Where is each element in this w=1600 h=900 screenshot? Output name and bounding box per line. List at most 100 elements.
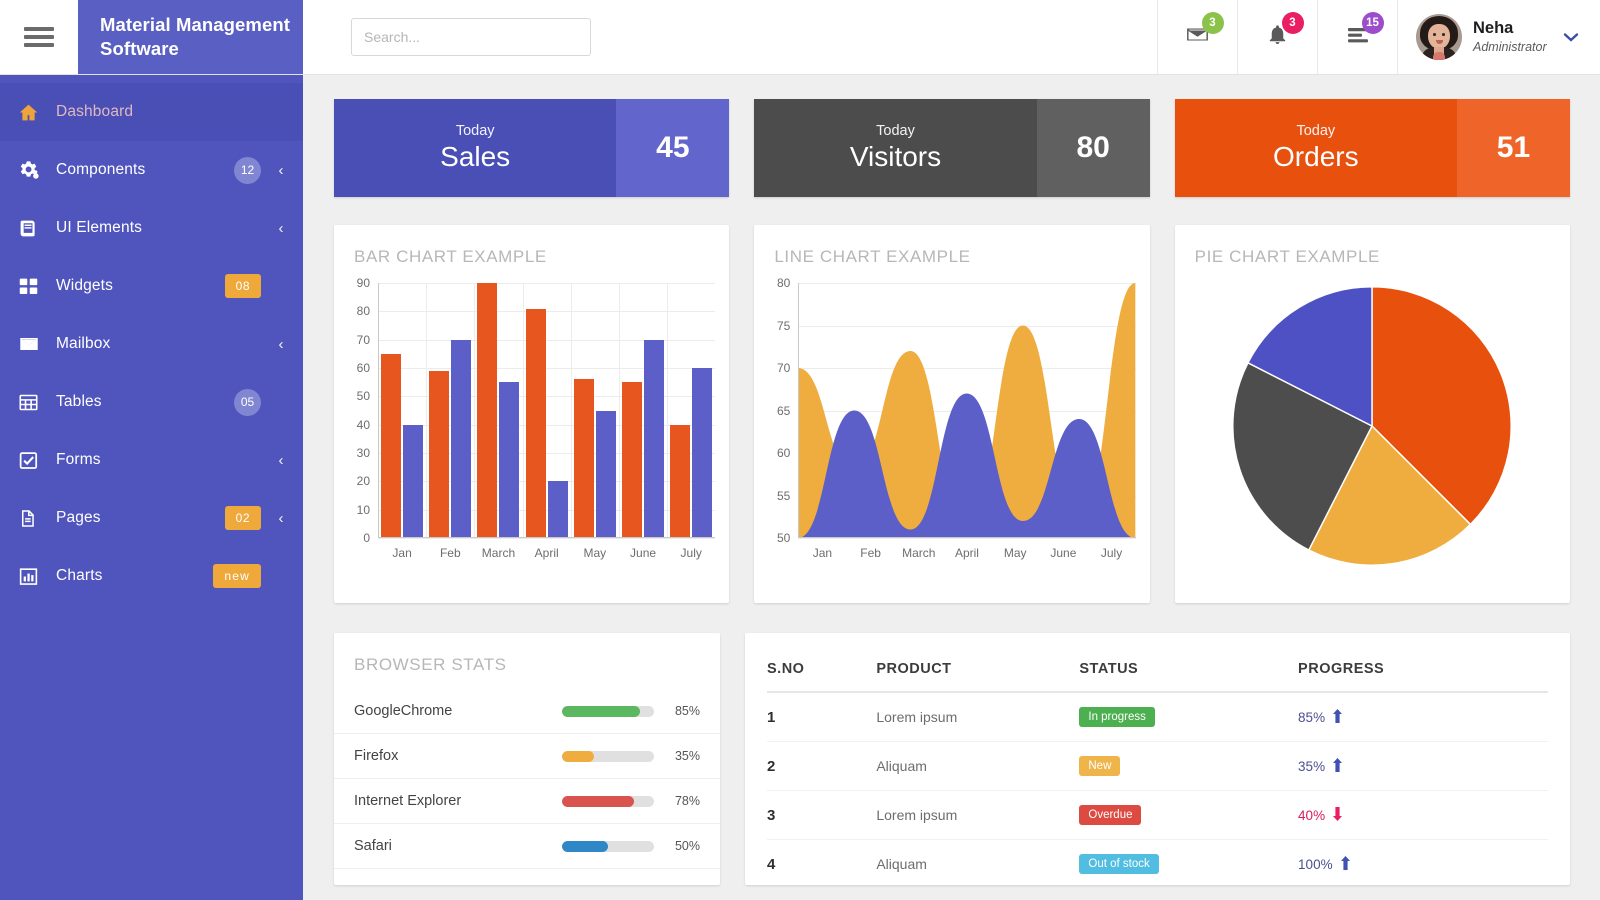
sidebar-item-ui-elements[interactable]: UI Elements ‹ <box>0 199 303 257</box>
row-product: Aliquam <box>876 839 1080 885</box>
chevron-left-icon[interactable]: ‹ <box>277 220 285 237</box>
bar <box>477 283 498 538</box>
arrow-down-icon <box>1332 806 1343 824</box>
y-axis-tick: 70 <box>356 332 370 347</box>
bottom-row: BROWSER STATS GoogleChrome 85% Firefox 35% I… <box>334 633 1570 885</box>
pie-chart-body <box>1175 267 1570 585</box>
sidebar-item-tables[interactable]: Tables 05 <box>0 373 303 431</box>
row-progress-cell: 35% <box>1298 741 1548 791</box>
bar-group <box>426 283 474 538</box>
table-column-header: S.NO <box>767 633 877 693</box>
table-row[interactable]: 3 Lorem ipsum Overdue 40% <box>767 790 1548 840</box>
stat-card-period: Today <box>455 123 495 139</box>
bar <box>429 370 450 538</box>
line-chart-x-axis: Jan Feb March April May June July <box>798 546 1135 560</box>
status-badge: Overdue <box>1079 805 1142 825</box>
stat-card-title: Orders <box>1273 141 1359 172</box>
sidebar-item-widgets[interactable]: Widgets 08 <box>0 257 303 315</box>
envelope-icon <box>18 333 56 355</box>
table-row[interactable]: 2 Aliquam New 35% <box>767 741 1548 791</box>
progress-bar-track <box>562 795 654 807</box>
sidebar-item-pages[interactable]: Pages 02 ‹ <box>0 489 303 547</box>
bar-group <box>619 283 667 538</box>
chevron-left-icon[interactable]: ‹ <box>277 510 285 527</box>
bar <box>622 382 643 538</box>
chevron-left-icon[interactable]: ‹ <box>277 336 285 353</box>
bars-area <box>378 283 715 538</box>
sidebar-item-charts[interactable]: Charts new <box>0 547 303 605</box>
brand-logo[interactable]: Material Management Software <box>78 0 303 74</box>
mail-button[interactable]: 3 <box>1157 0 1237 74</box>
browser-name: GoogleChrome <box>354 703 453 719</box>
x-axis-label: Feb <box>439 546 461 560</box>
browser-stats-title: BROWSER STATS <box>354 655 507 674</box>
sidebar-badge: 08 <box>224 274 261 298</box>
bar-chart-plot: 0 10 20 30 40 50 60 70 80 90 <box>357 276 716 545</box>
arrow-up-icon <box>1340 855 1351 873</box>
y-axis-tick: 65 <box>776 403 791 418</box>
user-menu[interactable]: Neha Administrator <box>1397 0 1600 74</box>
row-status-cell: Out of stock <box>1079 839 1299 885</box>
sidebar-item-dashboard[interactable]: Dashboard <box>0 83 303 141</box>
stat-card-visitors[interactable]: Today Visitors 80 <box>754 99 1150 197</box>
sidebar-item-label: Pages <box>56 509 101 526</box>
line-chart-card: LINE CHART EXAMPLE 50 55 60 65 70 75 80 Jan Feb… <box>754 225 1150 603</box>
x-axis-label: April <box>534 546 559 560</box>
bar <box>403 424 424 538</box>
notifications-button[interactable]: 3 <box>1237 0 1317 74</box>
mail-badge: 3 <box>1201 12 1224 34</box>
stat-card-sales[interactable]: Today Sales 45 <box>334 99 730 197</box>
chevron-left-icon[interactable]: ‹ <box>277 452 285 469</box>
table-column-header: PRODUCT <box>876 633 1080 693</box>
stat-card-title: Visitors <box>849 141 942 172</box>
sidebar-item-forms[interactable]: Forms ‹ <box>0 431 303 489</box>
status-badge: New <box>1079 756 1121 776</box>
table-column-header: STATUS <box>1079 633 1299 693</box>
user-info: Neha Administrator <box>1473 19 1547 55</box>
search-input[interactable] <box>351 18 591 56</box>
stat-card-value: 45 <box>656 131 690 164</box>
x-axis-label: March <box>902 546 936 560</box>
progress-value-group: 40% <box>1298 806 1548 824</box>
stat-card-orders[interactable]: Today Orders 51 <box>1174 99 1570 197</box>
browser-name: Safari <box>354 838 392 854</box>
table-row[interactable]: 4 Aliquam Out of stock 100% <box>767 839 1548 885</box>
x-axis-label: April <box>954 546 979 560</box>
tasks-badge: 15 <box>1361 12 1384 34</box>
menu-toggle-button[interactable] <box>0 0 78 74</box>
stat-card-left: Today Sales <box>334 99 617 197</box>
pie-chart-title: PIE CHART EXAMPLE <box>1194 247 1380 266</box>
chevron-down-icon[interactable] <box>1562 26 1580 49</box>
stat-card-value: 51 <box>1496 131 1531 164</box>
x-axis-label: May <box>1003 546 1027 560</box>
bar <box>525 308 546 538</box>
y-axis-tick: 50 <box>776 531 791 545</box>
pie-chart-card: PIE CHART EXAMPLE <box>1174 225 1570 603</box>
stat-card-left: Today Visitors <box>754 99 1037 197</box>
stat-card-left: Today Orders <box>1174 99 1457 197</box>
x-axis-label: July <box>1100 546 1123 560</box>
x-axis-label: May <box>583 546 607 560</box>
area-series <box>798 393 1136 538</box>
row-status-cell: Overdue <box>1079 790 1299 840</box>
progress-bar-fill <box>562 795 634 807</box>
pie-chart-plot <box>1232 286 1513 566</box>
sidebar-item-label: Components <box>56 161 146 178</box>
sidebar-item-components[interactable]: Components 12 ‹ <box>0 141 303 199</box>
browser-percent: 78% <box>674 794 700 808</box>
table-row[interactable]: 1 Lorem ipsum In progress 85% <box>767 692 1548 742</box>
products-table-card: S.NO PRODUCT STATUS PROGRESS 1 Lorem ipsum In… <box>745 633 1570 885</box>
gridline <box>378 538 716 539</box>
y-axis-tick: 75 <box>776 318 791 333</box>
stat-card-value: 80 <box>1076 131 1110 164</box>
y-axis-tick: 60 <box>356 361 370 375</box>
y-axis-tick: 80 <box>776 276 791 290</box>
table-icon <box>18 392 56 413</box>
row-progress: 100% <box>1298 856 1333 872</box>
tasks-button[interactable]: 15 <box>1317 0 1397 74</box>
sidebar-item-mailbox[interactable]: Mailbox ‹ <box>0 315 303 373</box>
chevron-left-icon[interactable]: ‹ <box>277 162 285 179</box>
y-axis-tick: 55 <box>776 488 791 503</box>
table-header-row: S.NO PRODUCT STATUS PROGRESS <box>767 633 1548 693</box>
bar-chart-x-axis: Jan Feb March April May June July <box>378 546 715 560</box>
